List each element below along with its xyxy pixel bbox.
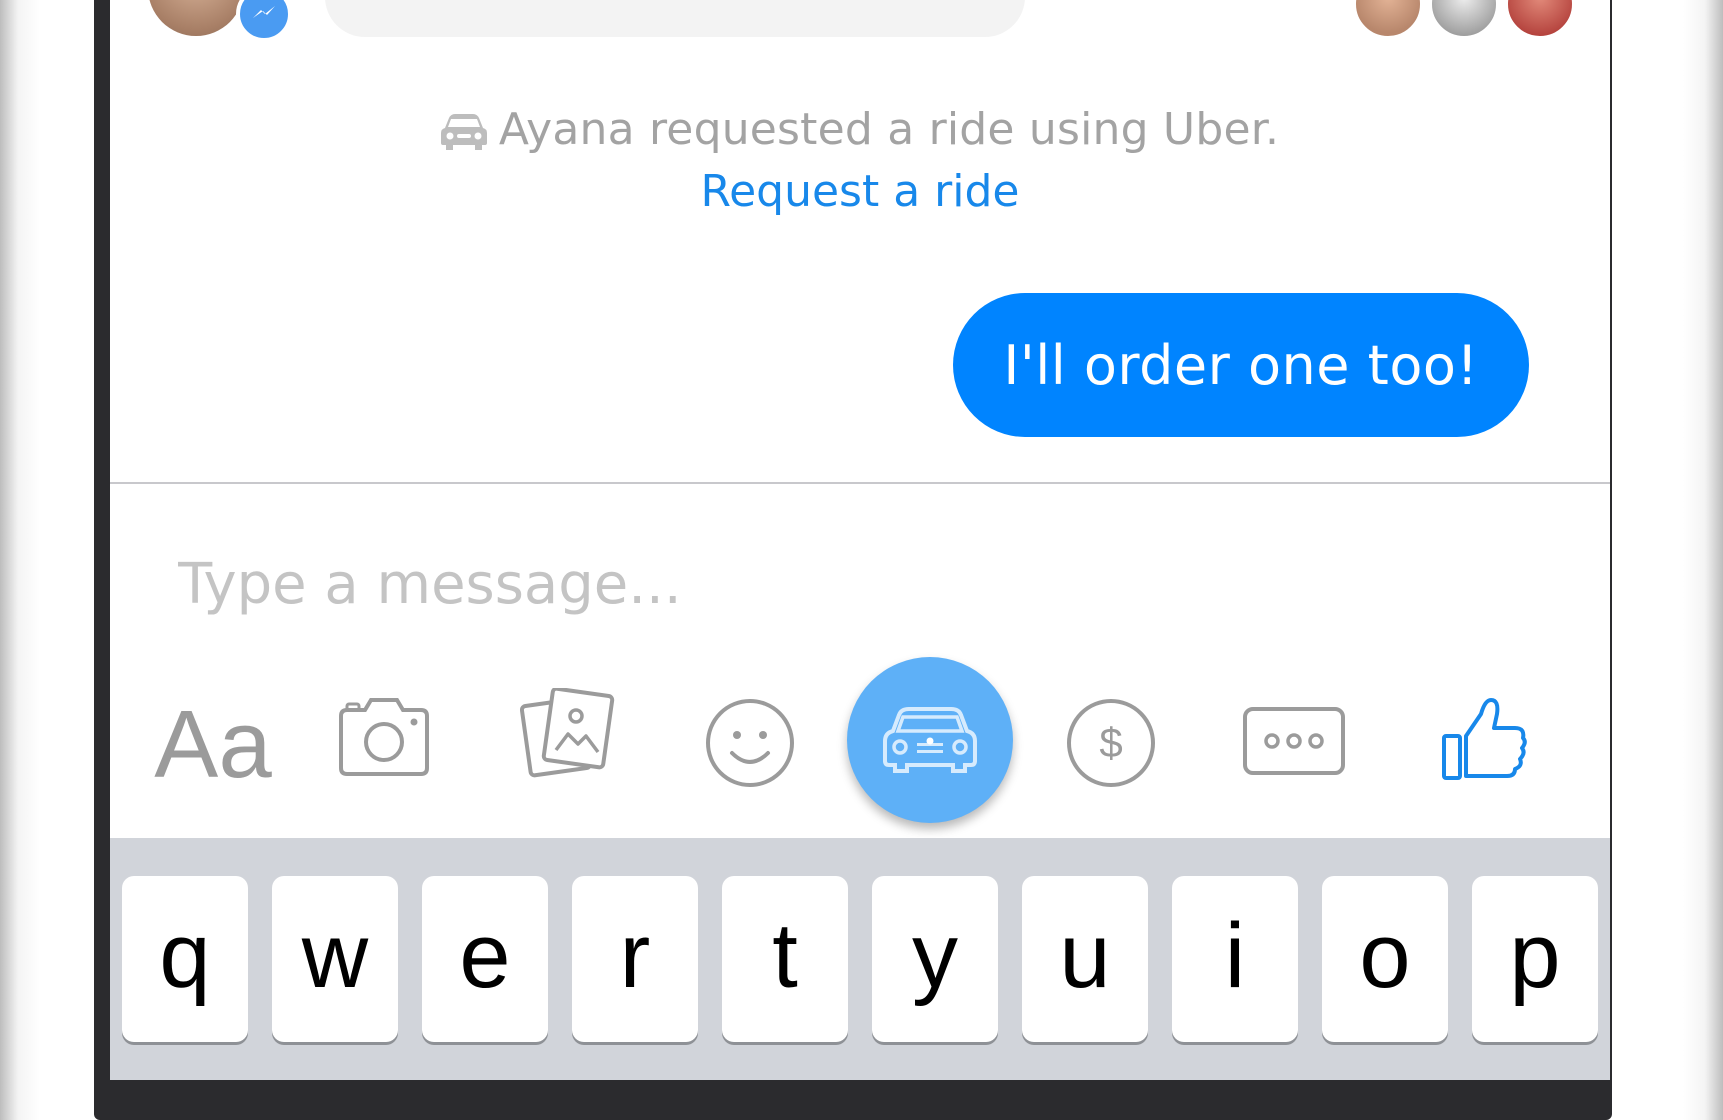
composer-toolbar: Aa $ [110,650,1610,830]
messenger-screen: Ayana requested a ride using Uber. Reque… [110,0,1610,1080]
key-p[interactable]: p [1472,876,1598,1042]
key-w[interactable]: w [272,876,398,1042]
avatar [1354,0,1422,38]
thumbs-up-icon[interactable] [1441,696,1527,782]
car-icon [883,707,977,773]
key-q[interactable]: q [122,876,248,1042]
messenger-icon [236,0,292,42]
composer-divider [110,482,1610,484]
avatar [1506,0,1574,38]
key-e[interactable]: e [422,876,548,1042]
svg-text:$: $ [1099,719,1122,766]
keyboard: q w e r t y u i o p [110,838,1610,1080]
camera-icon[interactable] [335,698,433,778]
emoji-icon[interactable] [704,697,796,789]
key-t[interactable]: t [722,876,848,1042]
car-icon [440,112,487,152]
key-u[interactable]: u [1022,876,1148,1042]
request-ride-link[interactable]: Request a ride [110,166,1610,217]
previous-message-bubble[interactable] [325,0,1025,37]
avatar[interactable] [148,0,244,36]
dollar-icon[interactable]: $ [1065,697,1157,789]
avatar [1430,0,1498,38]
key-o[interactable]: o [1322,876,1448,1042]
key-i[interactable]: i [1172,876,1298,1042]
ride-notice: Ayana requested a ride using Uber. [110,104,1610,155]
ride-notice-text: Ayana requested a ride using Uber. [498,104,1280,155]
seen-by-avatars [1354,0,1574,38]
key-r[interactable]: r [572,876,698,1042]
key-y[interactable]: y [872,876,998,1042]
sent-message-bubble[interactable]: I'll order one too! [953,293,1529,437]
more-icon[interactable] [1242,706,1346,776]
text-format-icon[interactable]: Aa [148,697,278,793]
message-input[interactable] [176,548,1480,620]
photo-gallery-icon[interactable] [520,688,616,778]
ride-button[interactable] [847,657,1013,823]
